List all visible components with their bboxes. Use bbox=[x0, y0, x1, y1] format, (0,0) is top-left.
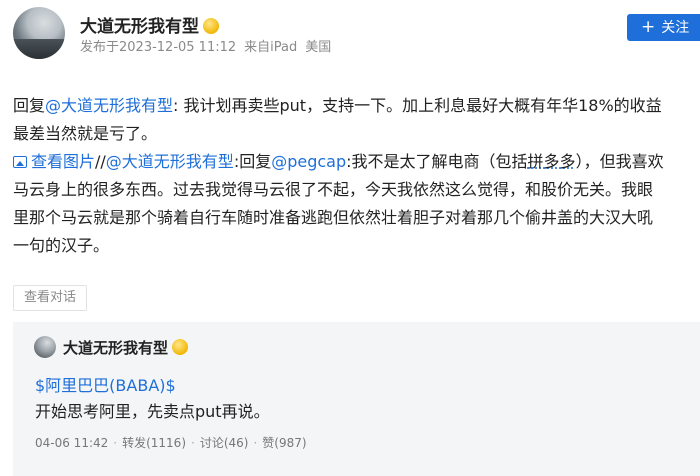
author-avatar[interactable] bbox=[13, 7, 65, 59]
mention-link[interactable]: @大道无形我有型 bbox=[45, 96, 173, 115]
view-image-link[interactable]: 查看图片 bbox=[13, 152, 95, 171]
repost-separator: // bbox=[95, 152, 106, 171]
view-image-label: 查看图片 bbox=[31, 152, 96, 171]
content-text: :我不是太了解电商（包括 bbox=[346, 152, 528, 171]
follow-button[interactable]: + 关注 bbox=[627, 14, 700, 41]
reply-prefix: :回复 bbox=[233, 152, 272, 171]
post-content: 回复@大道无形我有型: 我计划再卖些put，支持一下。加上利息最好大概有年华18… bbox=[13, 92, 700, 260]
published-time: 发布于2023-12-05 11:12 bbox=[80, 40, 237, 55]
author-name[interactable]: 大道无形我有型 bbox=[80, 12, 219, 37]
follow-label: 关注 bbox=[661, 20, 690, 36]
stats-separator: · bbox=[191, 436, 195, 450]
keyword-link[interactable]: 拼多多 bbox=[528, 152, 576, 171]
post-location: 美国 bbox=[305, 40, 332, 55]
reply-prefix: 回复 bbox=[13, 96, 46, 115]
like-count[interactable]: 赞(987) bbox=[262, 436, 306, 450]
post-source: 来自iPad bbox=[244, 40, 298, 55]
view-conversation-button[interactable]: 查看对话 bbox=[13, 285, 88, 311]
comment-count[interactable]: 讨论(46) bbox=[200, 436, 249, 450]
content-line-6: 一句的汉子。 bbox=[13, 232, 700, 260]
reposted-status[interactable]: 大道无形我有型 $阿里巴巴(BABA)$ 开始思考阿里，先卖点put再说。 04… bbox=[13, 322, 700, 476]
content-line-2: 最差当然就是亏了。 bbox=[13, 120, 700, 148]
content-text: 里那个马云就是那个骑着自行车随时准备逃跑但依然壮着胆子对着那几个偷井盖的大汉大吼 bbox=[13, 208, 654, 227]
content-text: : 我计划再卖些put，支持一下。加上利息最好大概有年华18%的收益 bbox=[173, 96, 662, 115]
verified-badge-icon bbox=[203, 18, 219, 34]
content-text: 最差当然就是亏了。 bbox=[13, 124, 158, 143]
plus-icon: + bbox=[641, 17, 656, 37]
repost-count[interactable]: 转发(1116) bbox=[122, 436, 186, 450]
stats-separator: · bbox=[113, 436, 118, 450]
image-icon bbox=[13, 156, 27, 168]
repost-text: 开始思考阿里，先卖点put再说。 bbox=[35, 402, 270, 421]
content-line-4: 马云身上的很多东西。过去我觉得马云很了不起，今天我依然这么觉得，和股价无关。我眼 bbox=[13, 176, 700, 204]
post-meta: 发布于2023-12-05 11:12 来自iPad 美国 bbox=[80, 36, 339, 55]
content-text: 马云身上的很多东西。过去我觉得马云很了不起，今天我依然这么觉得，和股价无关。我眼 bbox=[13, 180, 654, 199]
stats-separator: · bbox=[253, 436, 258, 450]
mention-link[interactable]: @大道无形我有型 bbox=[106, 152, 234, 171]
content-line-3: 查看图片//@大道无形我有型:回复@pegcap:我不是太了解电商（包括拼多多）… bbox=[13, 148, 700, 176]
repost-author-avatar[interactable] bbox=[34, 336, 56, 358]
content-line-5: 里那个马云就是那个骑着自行车随时准备逃跑但依然壮着胆子对着那几个偷井盖的大汉大吼 bbox=[13, 204, 700, 232]
repost-stats: 04-06 11:42 · 转发(1116) · 讨论(46) · 赞(987) bbox=[35, 434, 307, 451]
mention-link-pegcap[interactable]: @pegcap bbox=[271, 152, 346, 171]
content-text: ），但我喜欢 bbox=[575, 152, 664, 171]
repost-time: 04-06 11:42 bbox=[35, 436, 109, 450]
stock-tag-link[interactable]: $阿里巴巴(BABA)$ bbox=[35, 372, 176, 396]
repost-author-text[interactable]: 大道无形我有型 bbox=[63, 339, 168, 357]
author-name-text[interactable]: 大道无形我有型 bbox=[80, 17, 199, 37]
repost-author-name[interactable]: 大道无形我有型 bbox=[63, 337, 189, 358]
verified-badge-icon bbox=[172, 339, 189, 355]
content-text: 一句的汉子。 bbox=[13, 236, 110, 255]
content-line-1: 回复@大道无形我有型: 我计划再卖些put，支持一下。加上利息最好大概有年华18… bbox=[13, 92, 700, 120]
